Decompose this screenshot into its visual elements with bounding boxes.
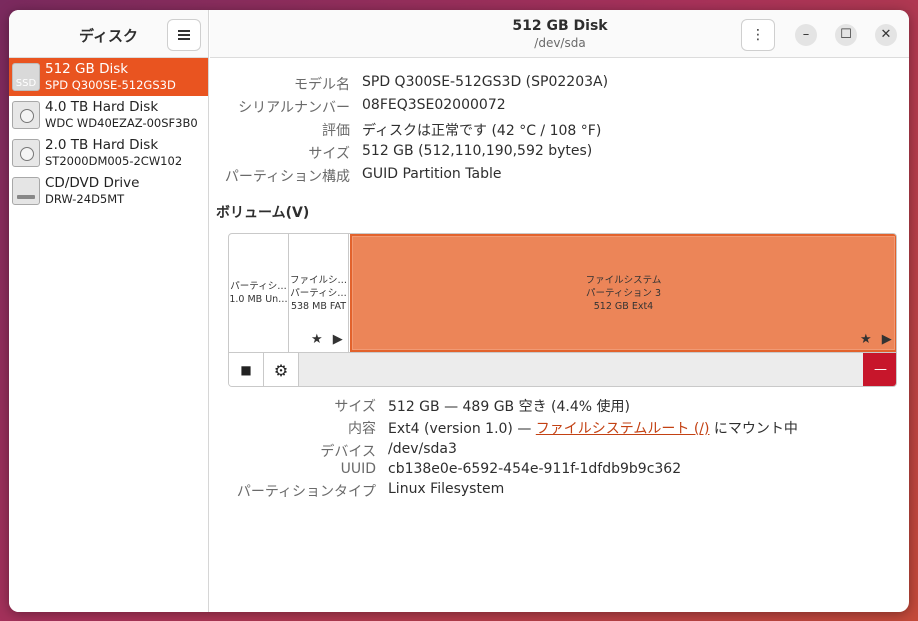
disk-model: ST2000DM005-2CW102 [45, 154, 183, 168]
partition-size: 538 MB FAT [290, 301, 347, 312]
sidebar-title: ディスク [79, 27, 138, 45]
close-icon: ✕ [880, 27, 892, 42]
partition-size: 512 GB Ext4 [593, 301, 654, 312]
mount-point-link[interactable]: ファイルシステムルート (/) [536, 421, 710, 437]
property-value: GUID Partition Table [362, 166, 502, 182]
detail-label: デバイス [320, 444, 376, 460]
detail-label: 内容 [348, 421, 376, 437]
detail-value: Linux Filesystem [388, 481, 505, 497]
disk-name: 512 GB Disk [45, 61, 129, 77]
partition-size: 1.0 MB Un… [229, 294, 288, 305]
property-label: パーティション構成 [224, 169, 350, 185]
partition-label: パーティシ… [230, 281, 287, 292]
kebab-icon: ⋮ [751, 27, 765, 43]
partition-label: パーティション 3 [586, 288, 661, 299]
unmount-button[interactable]: ■ [229, 353, 264, 386]
maximize-icon: ☐ [840, 27, 852, 42]
volumes-heading: ボリューム(V) [216, 205, 310, 221]
hdd-icon [12, 101, 40, 129]
property-value: ディスクは正常です (42 °C / 108 °F) [362, 123, 602, 139]
mounted-marker-icon: ★ ▶ [311, 332, 346, 347]
detail-value: /dev/sda3 [388, 441, 457, 457]
ssd-icon: SSD [12, 63, 40, 91]
detail-label: サイズ [334, 399, 376, 415]
detail-value: 512 GB — 489 GB 空き (4.4% 使用) [388, 399, 630, 415]
optical-drive-icon [12, 177, 40, 205]
detail-label: UUID [340, 461, 376, 477]
disk-model: DRW-24D5MT [45, 192, 125, 206]
header-bar: 512 GB Disk /dev/sda ⋮ – ☐ ✕ [210, 10, 909, 58]
partition-settings-button[interactable]: ⚙ [264, 353, 299, 386]
partition-1[interactable]: パーティシ… 1.0 MB Un… [229, 234, 289, 352]
disks-window: ディスク SSD 512 GB Disk SPD Q300SE-512GS3D … [9, 10, 909, 612]
property-label: 評価 [322, 123, 350, 139]
contents-prefix: Ext4 (version 1.0) — [388, 421, 536, 437]
partition-content: ファイルシ… [289, 275, 347, 286]
property-label: サイズ [308, 146, 350, 162]
property-value: 512 GB (512,110,190,592 bytes) [362, 143, 593, 159]
detail-value: cb138e0e-6592-454e-911f-1dfdb9b9c362 [388, 461, 682, 477]
disk-model: WDC WD40EZAZ-00SF3B0 [45, 116, 198, 130]
volume-map: パーティシ… 1.0 MB Un… ファイルシ… パーティシ… 538 MB F… [228, 233, 897, 387]
close-button[interactable]: ✕ [875, 24, 897, 46]
minimize-icon: – [802, 27, 810, 42]
hamburger-icon [178, 30, 190, 40]
menu-button[interactable] [167, 19, 201, 51]
disk-item-4tb[interactable]: 4.0 TB Hard Disk WDC WD40EZAZ-00SF3B0 [9, 96, 208, 134]
minus-icon: — [874, 362, 887, 377]
partition-content: ファイルシステム [585, 275, 662, 286]
sidebar: ディスク SSD 512 GB Disk SPD Q300SE-512GS3D … [9, 10, 209, 612]
disk-model: SPD Q300SE-512GS3D [45, 78, 176, 92]
disk-name: CD/DVD Drive [45, 175, 140, 191]
disk-item-2tb[interactable]: 2.0 TB Hard Disk ST2000DM005-2CW102 [9, 134, 208, 172]
disk-item-512gb[interactable]: SSD 512 GB Disk SPD Q300SE-512GS3D [9, 58, 208, 96]
main-panel: 512 GB Disk /dev/sda ⋮ – ☐ ✕ モデル名 SPD Q3… [210, 10, 909, 612]
property-value: SPD Q300SE-512GS3D (SP02203A) [362, 74, 609, 90]
minimize-button[interactable]: – [795, 24, 817, 46]
partition-3[interactable]: ファイルシステム パーティション 3 512 GB Ext4 ★ ▶ [350, 234, 896, 352]
detail-value: Ext4 (version 1.0) — ファイルシステムルート (/) にマウ… [388, 418, 798, 438]
disk-menu-button[interactable]: ⋮ [741, 19, 775, 51]
mounted-marker-icon: ★ ▶ [860, 332, 895, 347]
disk-list: SSD 512 GB Disk SPD Q300SE-512GS3D 4.0 T… [9, 58, 208, 210]
gear-icon: ⚙ [273, 361, 289, 380]
partition-label: パーティシ… [290, 288, 347, 299]
property-label: シリアルナンバー [238, 100, 350, 116]
disk-item-dvd[interactable]: CD/DVD Drive DRW-24D5MT [9, 172, 208, 210]
stop-icon: ■ [240, 363, 252, 377]
contents-suffix: にマウント中 [709, 421, 798, 437]
hdd-icon [12, 139, 40, 167]
sidebar-header: ディスク [9, 10, 208, 58]
disk-name: 2.0 TB Hard Disk [45, 137, 159, 153]
volume-toolbar: ■ ⚙ — [229, 352, 896, 386]
detail-label: パーティションタイプ [236, 484, 376, 500]
disk-name: 4.0 TB Hard Disk [45, 99, 159, 115]
maximize-button[interactable]: ☐ [835, 24, 857, 46]
partition-2[interactable]: ファイルシ… パーティシ… 538 MB FAT ★ ▶ [289, 234, 349, 352]
property-value: 08FEQ3SE02000072 [362, 97, 506, 113]
property-label: モデル名 [294, 77, 350, 93]
delete-partition-button[interactable]: — [863, 353, 896, 386]
